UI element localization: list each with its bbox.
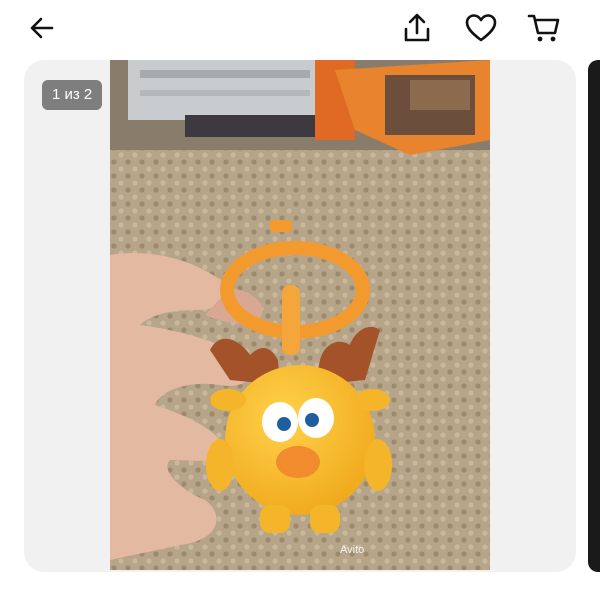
share-button[interactable]	[397, 8, 437, 48]
top-bar	[0, 0, 600, 56]
favorite-button[interactable]	[461, 8, 501, 48]
photo-counter: 1 из 2	[42, 80, 103, 110]
cart-button[interactable]	[524, 8, 564, 48]
heart-outline-icon	[465, 14, 497, 42]
shopping-cart-icon	[527, 14, 560, 42]
back-button[interactable]	[22, 8, 62, 48]
photo-gallery[interactable]: 1 из 2 Avito	[24, 60, 576, 572]
share-upload-icon	[404, 13, 430, 42]
arrow-left-icon	[30, 17, 54, 39]
next-photo-peek[interactable]	[588, 60, 600, 572]
product-photo-image	[110, 60, 490, 570]
watermark-logo: Avito	[340, 544, 365, 556]
product-photo[interactable]	[110, 60, 490, 570]
